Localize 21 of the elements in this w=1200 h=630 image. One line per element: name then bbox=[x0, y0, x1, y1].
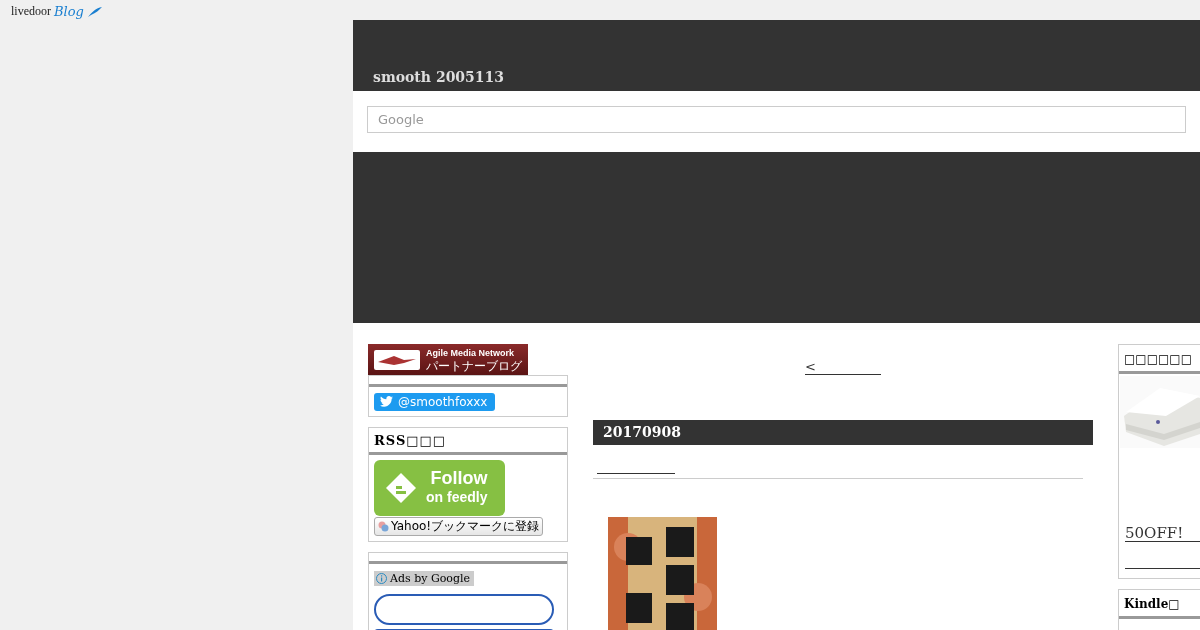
search-field[interactable]: Google bbox=[367, 106, 1186, 133]
ad-field[interactable] bbox=[374, 594, 554, 625]
partner-subtitle: パートナーブログ bbox=[426, 358, 522, 373]
feedly-icon bbox=[384, 471, 418, 505]
brand-name: livedoor bbox=[11, 4, 51, 19]
bookmark-icon bbox=[378, 521, 389, 532]
logo-icon bbox=[374, 349, 420, 370]
previous-link[interactable]: < bbox=[805, 360, 881, 375]
info-icon bbox=[376, 573, 387, 584]
partner-banner[interactable]: Agile Media Network パートナーブログ bbox=[368, 344, 528, 375]
partner-title: Agile Media Network bbox=[426, 346, 516, 359]
bird-icon bbox=[380, 396, 393, 407]
widget-heading: RSS□□□ bbox=[374, 432, 448, 450]
date-heading: 20170908 bbox=[593, 420, 1093, 445]
blog-title[interactable]: smooth 2005113 bbox=[373, 69, 505, 85]
product-name: Blog bbox=[54, 4, 84, 19]
ads-label[interactable]: Ads by Google bbox=[374, 571, 474, 586]
sale-link[interactable]: 50OFF! bbox=[1125, 524, 1200, 542]
quill-icon bbox=[86, 5, 103, 18]
widget-heading: Kindle□ bbox=[1119, 590, 1200, 619]
bookmark-button[interactable]: Yahoo!ブックマークに登録 bbox=[374, 517, 544, 536]
